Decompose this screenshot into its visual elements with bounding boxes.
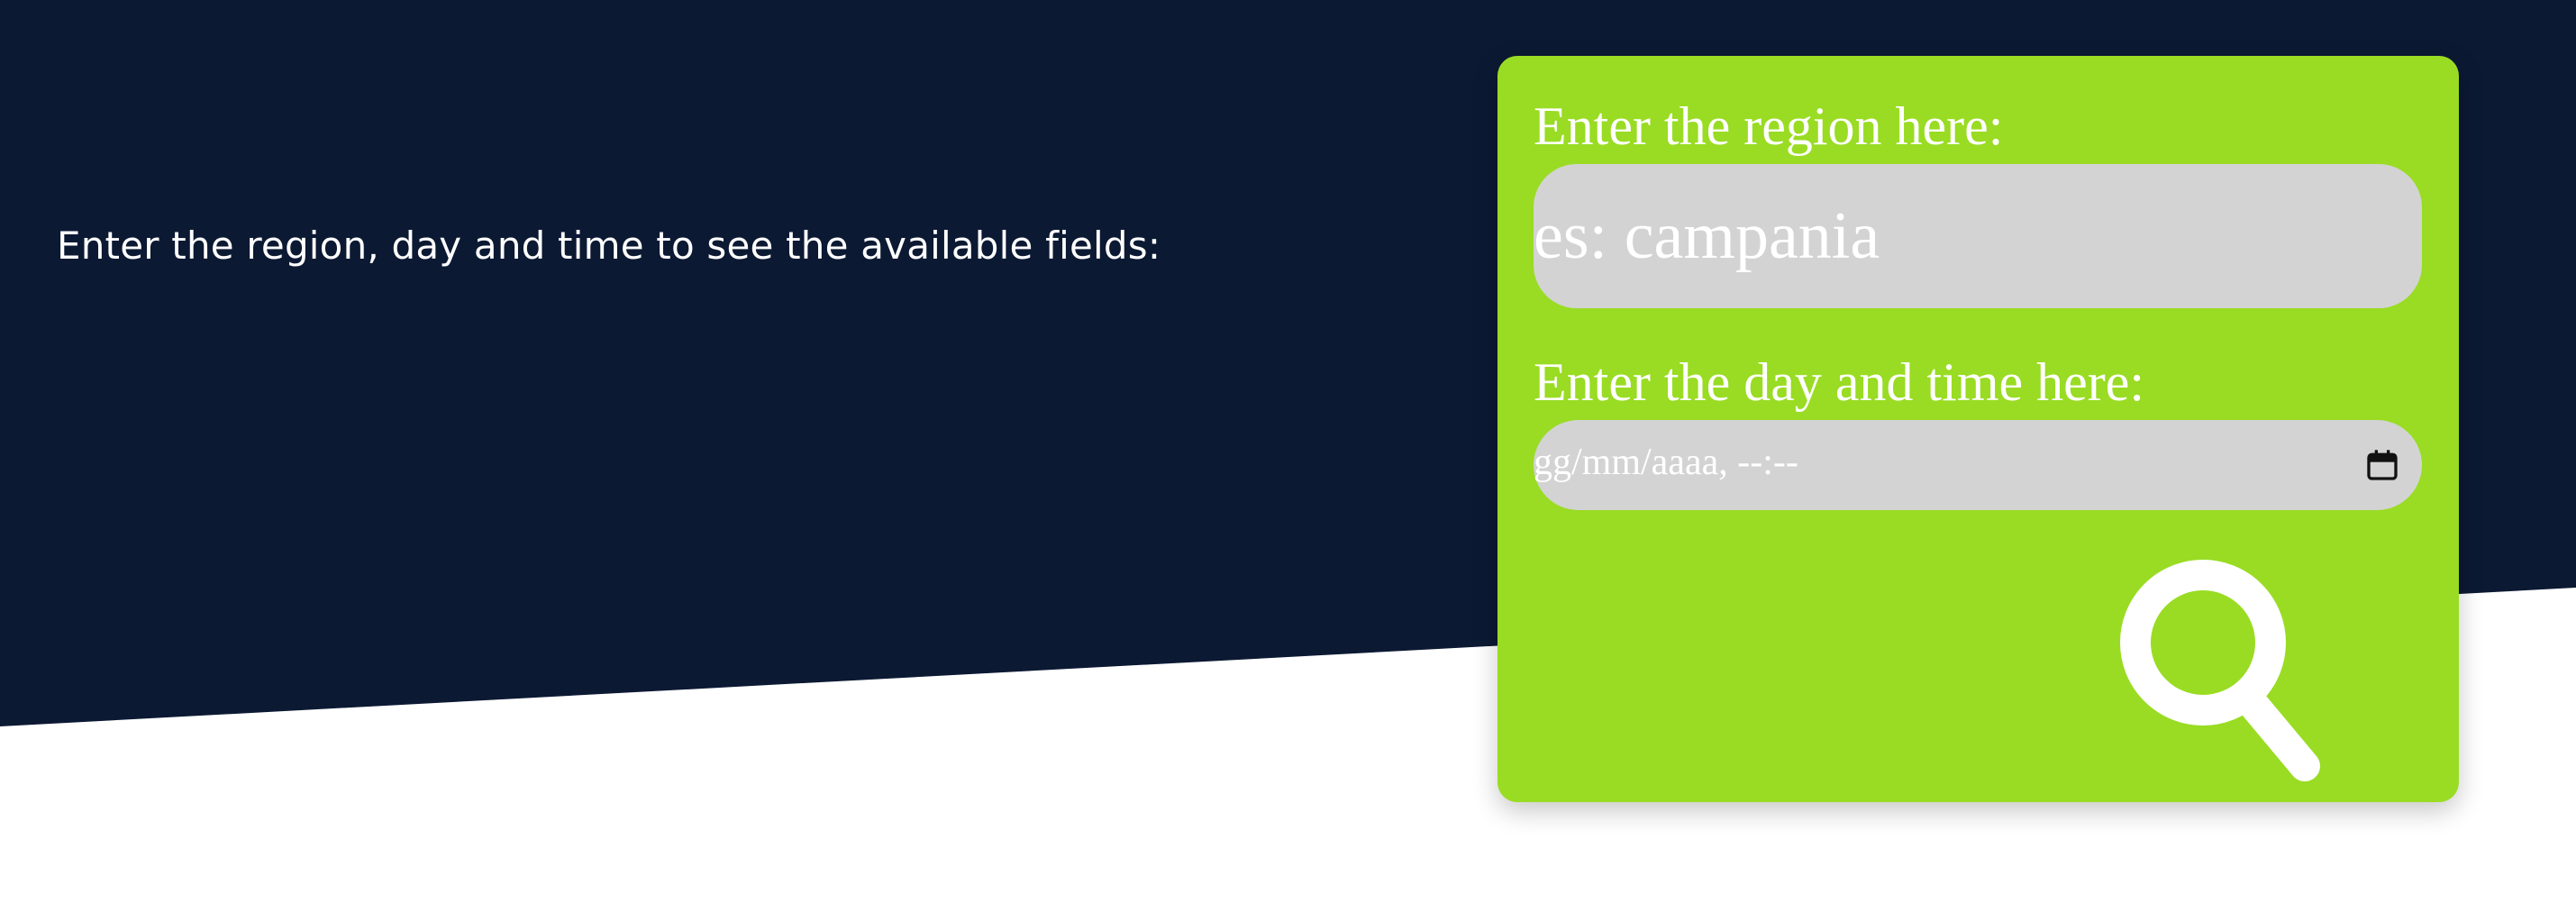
calendar-icon[interactable] [2364,447,2400,483]
datetime-input[interactable]: gg/mm/aaaa, --:-- [1534,420,2422,510]
search-icon [2120,560,2320,781]
intro-text: Enter the region, day and time to see th… [57,224,1161,268]
page: Enter the region, day and time to see th… [0,0,2576,922]
region-input[interactable] [1534,164,2422,308]
search-card: Enter the region here: Enter the day and… [1497,56,2459,802]
datetime-label: Enter the day and time here: [1534,352,2145,412]
search-button[interactable] [2117,557,2325,782]
datetime-placeholder: gg/mm/aaaa, --:-- [1534,442,1798,483]
region-label: Enter the region here: [1534,96,2004,156]
